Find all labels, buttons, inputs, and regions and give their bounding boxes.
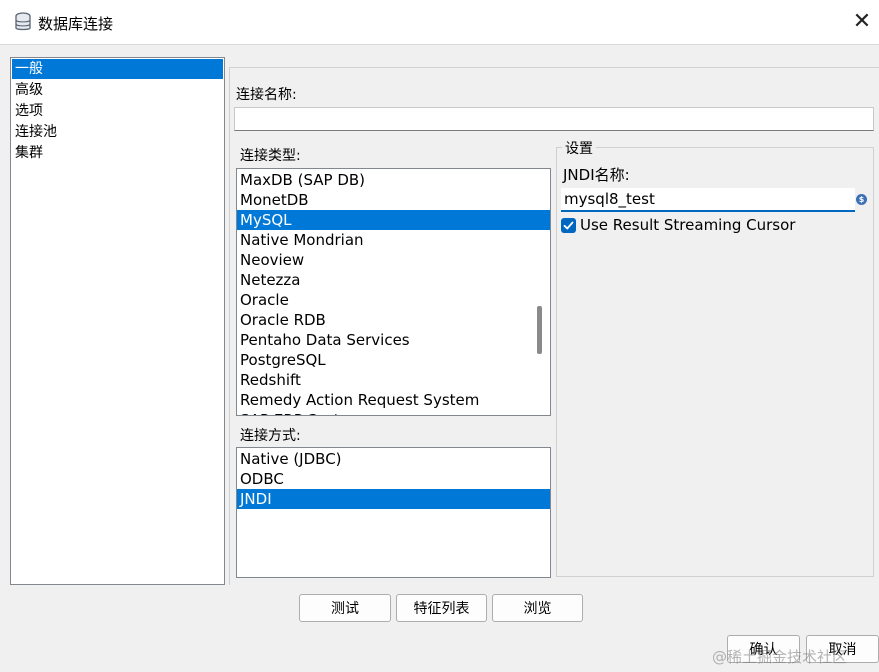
connection-type-label: 连接类型: (240, 148, 301, 164)
connection-type-scrollbar[interactable] (537, 306, 542, 354)
connection-type-list[interactable]: MaxDB (SAP DB) MonetDB MySQL Native Mondria… (236, 168, 551, 416)
connection-type-item-12[interactable]: SAP ERP System (237, 410, 550, 415)
feature-list-button[interactable]: 特征列表 (396, 594, 487, 622)
connection-type-item-1[interactable]: MonetDB (237, 190, 550, 210)
window-title: 数据库连接 (38, 15, 114, 33)
connection-name-label: 连接名称: (236, 87, 297, 103)
access-method-list[interactable]: Native (JDBC) ODBC JNDI (236, 447, 551, 578)
connection-name-input[interactable] (234, 107, 874, 131)
nav-item-3[interactable]: 连接池 (12, 122, 223, 142)
jndi-name-label: JNDI名称: (563, 166, 630, 184)
connection-type-item-8[interactable]: Pentaho Data Services (237, 330, 550, 350)
connection-type-item-3[interactable]: Native Mondrian (237, 230, 550, 250)
connection-type-item-6[interactable]: Oracle (237, 290, 550, 310)
nav-item-0[interactable]: 一般 (12, 59, 223, 79)
nav-list: 一般 高级 选项 连接池 集群 (10, 57, 225, 585)
explore-button[interactable]: 浏览 (492, 594, 583, 622)
nav-item-1[interactable]: 高级 (12, 80, 223, 100)
settings-legend: 设置 (562, 138, 596, 158)
connection-type-item-11[interactable]: Remedy Action Request System (237, 390, 550, 410)
access-method-item-1[interactable]: ODBC (237, 469, 550, 489)
connection-type-item-5[interactable]: Netezza (237, 270, 550, 290)
check-icon (563, 221, 574, 230)
close-icon: ✕ (852, 9, 872, 34)
streaming-cursor-checkbox[interactable] (561, 218, 576, 233)
connection-type-item-4[interactable]: Neoview (237, 250, 550, 270)
streaming-cursor-label: Use Result Streaming Cursor (580, 216, 796, 234)
nav-item-2[interactable]: 选项 (12, 101, 223, 121)
watermark: @稀土掘金技术社区 (712, 648, 848, 666)
access-method-item-2[interactable]: JNDI (237, 489, 550, 509)
connection-type-item-10[interactable]: Redshift (237, 370, 550, 390)
jndi-name-input[interactable] (561, 188, 855, 212)
access-method-item-0[interactable]: Native (JDBC) (237, 449, 550, 469)
database-icon (15, 12, 31, 31)
close-button[interactable]: ✕ (850, 10, 874, 34)
variable-icon[interactable]: $ (856, 194, 867, 205)
connection-type-item-9[interactable]: PostgreSQL (237, 350, 550, 370)
connection-type-item-7[interactable]: Oracle RDB (237, 310, 550, 330)
test-button[interactable]: 测试 (299, 594, 391, 622)
access-method-label: 连接方式: (240, 428, 301, 444)
nav-item-4[interactable]: 集群 (12, 143, 223, 163)
connection-type-item-2[interactable]: MySQL (237, 210, 550, 230)
title-bar: 数据库连接 ✕ (0, 0, 879, 45)
connection-type-item-0[interactable]: MaxDB (SAP DB) (237, 170, 550, 190)
